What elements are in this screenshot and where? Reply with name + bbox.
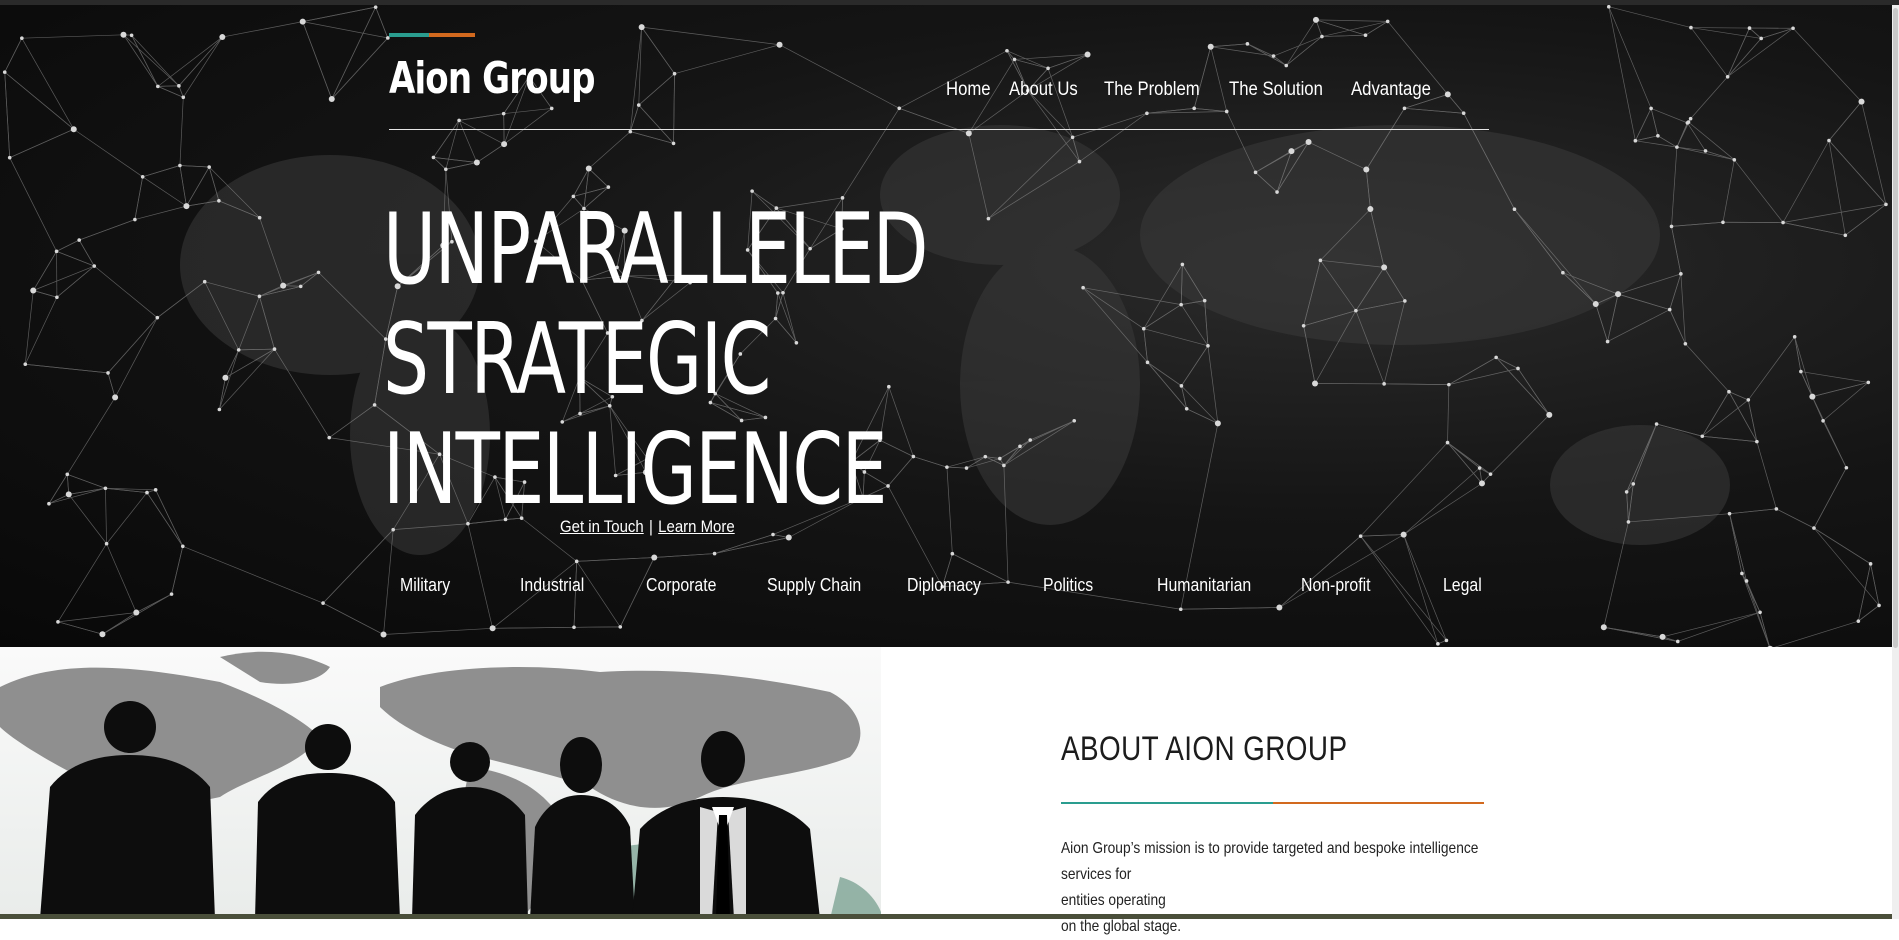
nav-advantage[interactable]: Advantage	[1351, 79, 1431, 101]
sector-supply-chain: Supply Chain	[767, 575, 861, 596]
sector-corporate: Corporate	[646, 575, 716, 596]
headline-line-1: UNPARALLELED	[383, 195, 927, 305]
headline-line-2: STRATEGIC	[383, 305, 927, 415]
cta-separator: |	[644, 517, 658, 536]
logo-accent-bar	[389, 33, 475, 37]
bottom-edge	[0, 914, 1892, 919]
about-description: Aion Group’s mission is to provide targe…	[1061, 836, 1508, 940]
sector-industrial: Industrial	[520, 575, 584, 596]
hero-section: Aion Group Home About Us The Problem The…	[0, 5, 1892, 654]
sector-list: Military Industrial Corporate Supply Cha…	[0, 575, 1892, 599]
nav-the-solution[interactable]: The Solution	[1229, 79, 1323, 101]
nav-the-problem[interactable]: The Problem	[1104, 79, 1200, 101]
about-title: ABOUT AION GROUP	[1061, 730, 1347, 769]
scrollbar-thumb[interactable]	[1893, 8, 1898, 648]
learn-more-link[interactable]: Learn More	[658, 517, 735, 536]
hero-headline: UNPARALLELED STRATEGIC INTELLIGENCE	[383, 195, 927, 525]
headline-line-3: INTELLIGENCE	[383, 415, 927, 525]
nav-home[interactable]: Home	[946, 79, 991, 101]
about-accent-rule	[1061, 802, 1484, 804]
team-silhouette-graphic	[0, 647, 881, 919]
nav-about-us[interactable]: About Us	[1009, 79, 1078, 101]
nav-divider	[389, 129, 1489, 130]
about-text-line-2: entities operating	[1061, 888, 1508, 914]
sector-politics: Politics	[1043, 575, 1093, 596]
sector-non-profit: Non-profit	[1301, 575, 1371, 596]
sector-legal: Legal	[1443, 575, 1482, 596]
get-in-touch-link[interactable]: Get in Touch	[560, 517, 644, 536]
sector-military: Military	[400, 575, 450, 596]
site-logo[interactable]: Aion Group	[389, 53, 595, 104]
main-nav: Home About Us The Problem The Solution A…	[946, 79, 1442, 101]
sector-humanitarian: Humanitarian	[1157, 575, 1251, 596]
hero-cta-links: Get in Touch|Learn More	[560, 517, 735, 537]
team-silhouette-image	[0, 647, 881, 919]
network-map-background	[0, 5, 1892, 654]
sector-diplomacy: Diplomacy	[907, 575, 981, 596]
about-text-line-1: Aion Group’s mission is to provide targe…	[1061, 836, 1508, 888]
